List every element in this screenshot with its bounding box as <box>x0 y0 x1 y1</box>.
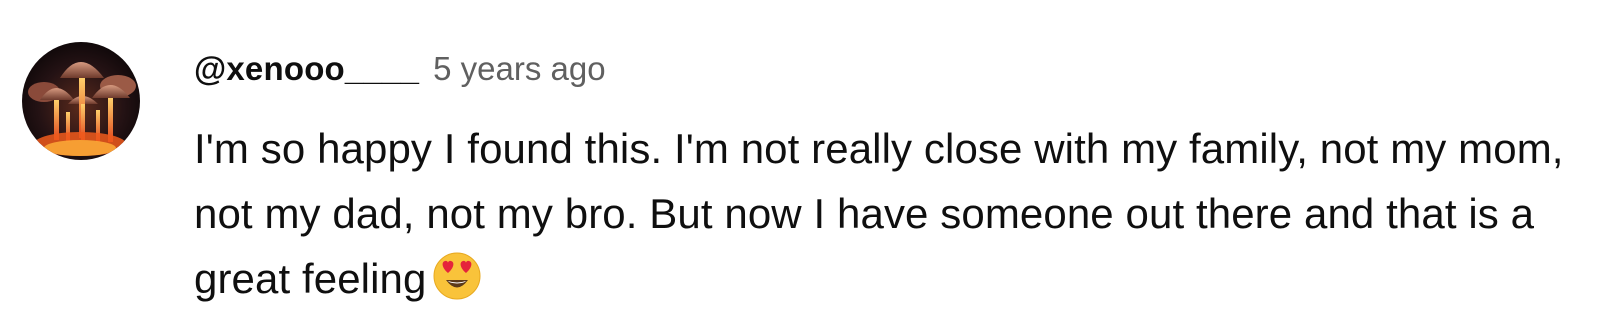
mushroom-avatar-image <box>22 42 140 160</box>
author-name[interactable]: @xenooo____ <box>194 50 419 88</box>
comment-text-content: I'm so happy I found this. I'm not reall… <box>194 125 1564 302</box>
comment-item: @xenooo____ 5 years ago I'm so happy I f… <box>0 0 1600 327</box>
comment-body: @xenooo____ 5 years ago I'm so happy I f… <box>194 50 1584 311</box>
avatar[interactable] <box>22 42 140 160</box>
comment-timestamp[interactable]: 5 years ago <box>433 50 605 88</box>
comment-header: @xenooo____ 5 years ago <box>194 50 1584 96</box>
heart-eyes-emoji-icon <box>432 251 482 301</box>
comment-text: I'm so happy I found this. I'm not reall… <box>194 116 1584 311</box>
